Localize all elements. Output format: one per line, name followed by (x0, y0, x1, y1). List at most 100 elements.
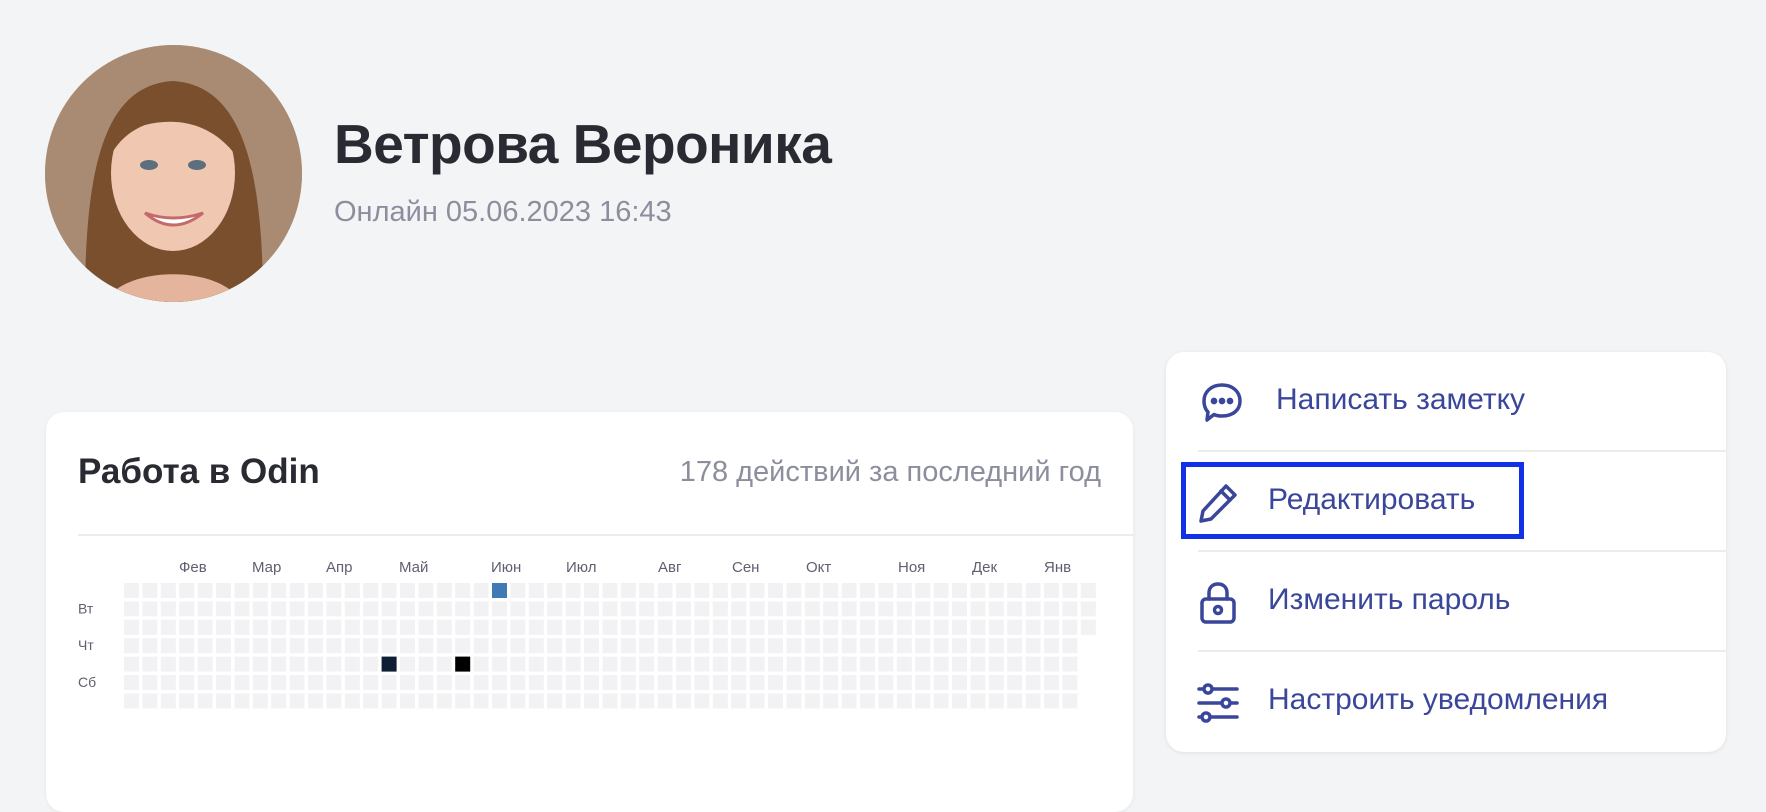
heatmap-cell (547, 601, 563, 617)
heatmap-cell (326, 693, 342, 709)
weekday-label: Вт (78, 600, 94, 616)
heatmap-cell (326, 583, 342, 598)
heatmap-cell (878, 583, 894, 598)
heatmap-cell (510, 583, 526, 598)
heatmap-cell (142, 693, 158, 709)
sliders-icon (1196, 681, 1240, 725)
heatmap-cell (860, 619, 875, 635)
month-label: Янв (1044, 559, 1071, 576)
heatmap-cell (565, 656, 581, 672)
heatmap-cell (1007, 601, 1023, 617)
heatmap-cell (602, 583, 618, 598)
heatmap-cell (620, 583, 636, 598)
heatmap-cell (473, 601, 489, 617)
heatmap-cell (344, 638, 360, 654)
heatmap-cell (473, 693, 489, 709)
heatmap-cell (970, 601, 986, 617)
heatmap-cell (216, 656, 231, 672)
heatmap-cell (142, 601, 158, 617)
heatmap-cell (952, 619, 967, 635)
heatmap-cell (694, 656, 710, 672)
heatmap-cell (271, 638, 287, 654)
heatmap-cell (547, 675, 563, 690)
heatmap-cell (436, 638, 452, 654)
heatmap-cell (271, 619, 287, 635)
heatmap-cell (252, 656, 268, 672)
heatmap-cell (510, 619, 526, 635)
heatmap-cell (1007, 619, 1023, 635)
heatmap-cell (878, 638, 894, 654)
heatmap-cell (326, 619, 342, 635)
heatmap-cell (492, 675, 507, 690)
heatmap-cell (584, 693, 599, 709)
heatmap-cell (492, 656, 507, 672)
month-label: Апр (326, 559, 352, 576)
heatmap-cell (970, 619, 986, 635)
heatmap-cell (344, 601, 360, 617)
heatmap-cell (676, 619, 691, 635)
heatmap-cell (216, 601, 231, 617)
heatmap-cell (988, 583, 1004, 598)
heatmap-cell (142, 656, 158, 672)
heatmap-cell (547, 656, 563, 672)
heatmap-cell (547, 693, 563, 709)
heatmap-cell (363, 638, 379, 654)
avatar (45, 45, 302, 302)
heatmap-cell (694, 675, 710, 690)
heatmap-cell (455, 619, 471, 635)
heatmap-cell (1044, 656, 1059, 672)
heatmap-cell (602, 619, 618, 635)
heatmap-cell (952, 675, 967, 690)
heatmap-cell (289, 693, 305, 709)
heatmap-cell (216, 675, 231, 690)
change-password-button[interactable]: Изменить пароль (1166, 552, 1726, 652)
chat-bubble-icon (1200, 381, 1244, 425)
heatmap-cell (712, 656, 728, 672)
heatmap-cell (1080, 601, 1096, 617)
heatmap-cell (694, 638, 710, 654)
heatmap-cell (455, 638, 471, 654)
heatmap-cell (455, 675, 471, 690)
heatmap-cell (584, 583, 599, 598)
heatmap-cell (271, 583, 287, 598)
heatmap-cell (308, 638, 323, 654)
heatmap-cell (326, 601, 342, 617)
heatmap-cell (768, 601, 783, 617)
heatmap-cell (952, 583, 967, 598)
heatmap-cell (786, 693, 802, 709)
heatmap-cell (1062, 693, 1078, 709)
heatmap-cell (933, 583, 949, 598)
heatmap-cell (639, 675, 655, 690)
heatmap-cell (179, 693, 195, 709)
heatmap-cell (915, 675, 931, 690)
heatmap-cell (510, 693, 526, 709)
heatmap-cell (381, 638, 397, 654)
heatmap-cell (234, 693, 250, 709)
heatmap-cell (584, 675, 599, 690)
weekday-label: Сб (78, 674, 96, 690)
heatmap-cell (823, 583, 839, 598)
write-note-button[interactable]: Написать заметку (1166, 352, 1726, 452)
heatmap-cell (436, 675, 452, 690)
heatmap-cell (602, 638, 618, 654)
heatmap-cell (455, 583, 471, 598)
heatmap-cell (731, 693, 747, 709)
heatmap-cell (804, 638, 820, 654)
heatmap-cell (804, 601, 820, 617)
heatmap-cell (731, 583, 747, 598)
month-label: Июн (491, 559, 521, 576)
heatmap-cell (1080, 583, 1096, 598)
heatmap-cell (841, 675, 857, 690)
heatmap-cell (804, 675, 820, 690)
heatmap-cell (197, 583, 213, 598)
heatmap-cell (197, 601, 213, 617)
heatmap-cell (418, 675, 434, 690)
heatmap-cell (308, 656, 323, 672)
heatmap-cell (602, 693, 618, 709)
heatmap-cell (878, 601, 894, 617)
heatmap-cell (915, 693, 931, 709)
month-label: Окт (806, 559, 831, 576)
heatmap-cell (602, 601, 618, 617)
heatmap-cell (988, 675, 1004, 690)
notification-settings-button[interactable]: Настроить уведомления (1166, 652, 1726, 752)
